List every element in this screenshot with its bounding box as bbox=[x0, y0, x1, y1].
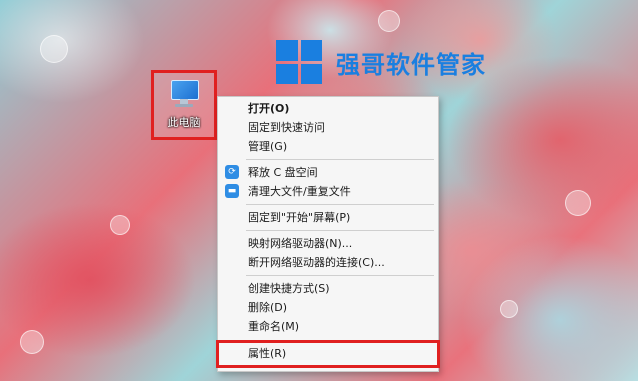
context-menu: 打开(O) 固定到快速访问 管理(G) ⟳ 释放 C 盘空间 ▬ 清理大文件/重… bbox=[216, 96, 440, 372]
background-bubble bbox=[20, 330, 44, 354]
background-bubble bbox=[110, 215, 130, 235]
menu-item-open[interactable]: 打开(O) bbox=[218, 99, 438, 118]
menu-separator bbox=[246, 159, 434, 160]
menu-item-pin-quick-access[interactable]: 固定到快速访问 bbox=[218, 118, 438, 137]
menu-item-pin-start[interactable]: 固定到"开始"屏幕(P) bbox=[218, 208, 438, 227]
background-bubble bbox=[40, 35, 68, 63]
menu-item-clean-large-files[interactable]: ▬ 清理大文件/重复文件 bbox=[218, 182, 438, 201]
menu-item-properties[interactable]: 属性(R) bbox=[216, 340, 440, 368]
menu-separator bbox=[246, 230, 434, 231]
folder-icon: ▬ bbox=[225, 184, 239, 198]
background-bubble bbox=[378, 10, 400, 32]
menu-item-manage[interactable]: 管理(G) bbox=[218, 137, 438, 156]
watermark-text: 强哥软件管家 bbox=[336, 50, 486, 79]
background-bubble bbox=[500, 300, 518, 318]
menu-item-create-shortcut[interactable]: 创建快捷方式(S) bbox=[218, 279, 438, 298]
this-pc-desktop-icon[interactable]: 此电脑 bbox=[151, 70, 217, 140]
windows-logo-icon bbox=[276, 40, 322, 84]
menu-item-label: 清理大文件/重复文件 bbox=[248, 185, 351, 198]
menu-item-label: 释放 C 盘空间 bbox=[248, 166, 318, 179]
menu-item-delete[interactable]: 删除(D) bbox=[218, 298, 438, 317]
menu-separator bbox=[246, 275, 434, 276]
menu-separator bbox=[246, 204, 434, 205]
menu-item-free-c-space[interactable]: ⟳ 释放 C 盘空间 bbox=[218, 163, 438, 182]
background-bubble bbox=[565, 190, 591, 216]
desktop-icon-label: 此电脑 bbox=[167, 116, 201, 129]
menu-item-rename[interactable]: 重命名(M) bbox=[218, 317, 438, 336]
disk-cleanup-icon: ⟳ bbox=[225, 165, 239, 179]
menu-item-map-network-drive[interactable]: 映射网络驱动器(N)... bbox=[218, 234, 438, 253]
watermark: 强哥软件管家 bbox=[276, 40, 486, 84]
menu-item-disconnect-network-drive[interactable]: 断开网络驱动器的连接(C)... bbox=[218, 253, 438, 272]
computer-icon bbox=[167, 80, 201, 110]
